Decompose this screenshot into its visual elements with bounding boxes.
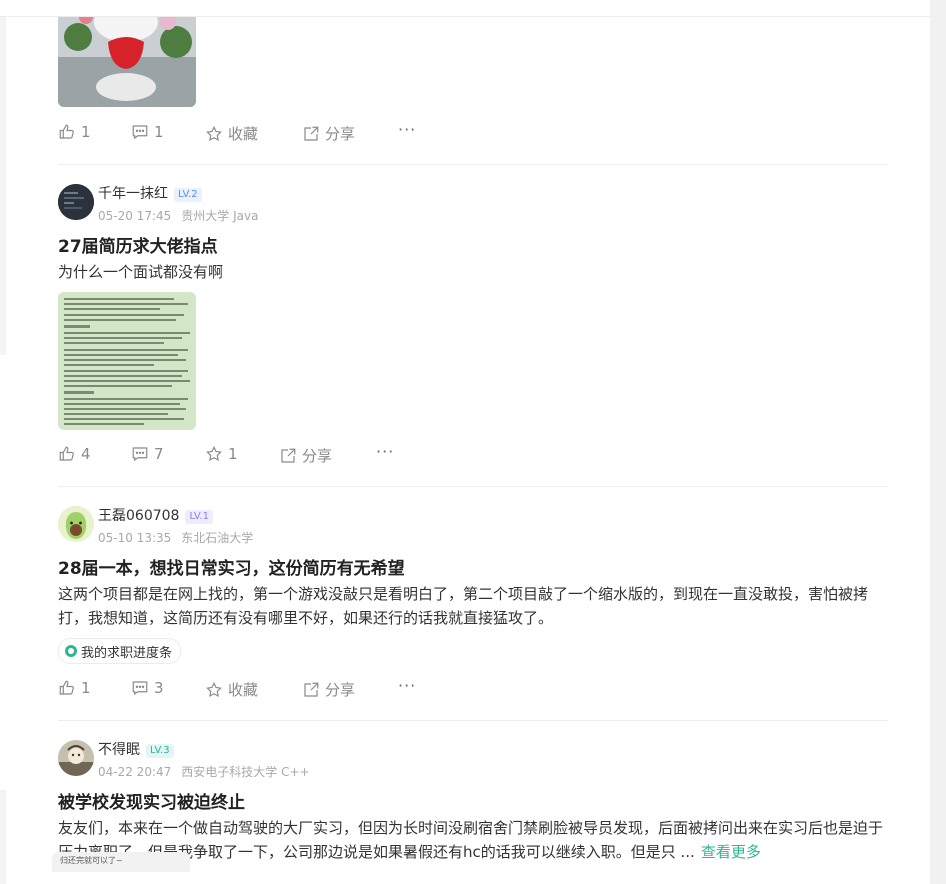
post-body[interactable]: 这两个项目都是在网上找的，第一个游戏没敲只是看明白了，第二个项目敲了一个缩水版的…: [58, 582, 888, 630]
more-icon[interactable]: ···: [376, 442, 394, 461]
more-icon[interactable]: ···: [398, 676, 416, 695]
author-school: 西安电子科技大学 C++: [181, 765, 310, 779]
favorite-button[interactable]: 收藏: [205, 123, 258, 144]
comment-icon: [132, 681, 148, 696]
more-icon[interactable]: ···: [398, 120, 416, 139]
level-badge: LV.2: [174, 188, 202, 202]
like-button[interactable]: 1: [58, 123, 91, 141]
post-time: 04-22 20:47: [98, 765, 172, 779]
author-name-text: 不得眠: [98, 742, 140, 758]
post-meta: 05-10 13:35 东北石油大学: [98, 529, 263, 546]
post-image[interactable]: [58, 17, 196, 107]
star-icon: [206, 445, 222, 462]
post-title[interactable]: 27届简历求大佬指点: [58, 232, 218, 257]
post-card: 千年一抹红 LV.2 05-20 17:45 贵州大学 Java 27届简历求大佬指…: [58, 184, 888, 464]
post-body[interactable]: 为什么一个面试都没有啊: [58, 260, 888, 284]
avatar[interactable]: [58, 184, 94, 220]
like-count: 4: [81, 445, 91, 463]
share-icon: [304, 682, 319, 697]
share-icon: [281, 448, 296, 463]
author-school: 东北石油大学: [181, 531, 254, 545]
like-count: 1: [81, 123, 91, 141]
resume-image[interactable]: [58, 292, 196, 430]
post-card: 王磊060708 LV.1 05-10 13:35 东北石油大学 28届一本，想找日…: [58, 506, 888, 726]
comment-count: 7: [154, 445, 164, 463]
post-meta: 05-20 17:45 贵州大学 Java: [98, 207, 268, 224]
comment-button[interactable]: 1: [131, 123, 164, 141]
share-label: 分享: [325, 681, 356, 699]
level-badge: LV.1: [185, 510, 214, 524]
post-feed: 1 1 收藏 分享 ··· 千年一抹红 LV.2 05-20 17:45 贵州大学 …: [6, 17, 930, 884]
progress-icon: [65, 645, 77, 657]
comment-button[interactable]: 3: [131, 679, 164, 697]
comment-count: 1: [154, 123, 164, 141]
post-time: 05-10 13:35: [98, 531, 172, 545]
share-icon: [304, 126, 319, 141]
thumb-up-icon: [59, 124, 74, 139]
author-school: 贵州大学 Java: [181, 209, 259, 223]
favorite-count: 1: [228, 445, 238, 463]
level-badge: LV.3: [146, 744, 174, 758]
like-button[interactable]: 1: [58, 679, 91, 697]
post-card: [58, 17, 888, 137]
favorite-button[interactable]: 1: [205, 445, 238, 463]
favorite-label: 收藏: [228, 681, 259, 699]
comment-count: 3: [154, 679, 164, 697]
post-image-caption[interactable]: 归还完就可以了~: [52, 852, 190, 872]
thumb-up-icon: [59, 680, 74, 695]
author-name-text: 王磊060708: [98, 508, 180, 524]
tag-label: 我的求职进度条: [81, 645, 173, 661]
comment-icon: [132, 447, 148, 462]
favorite-button[interactable]: 收藏: [205, 679, 258, 700]
author-name[interactable]: 千年一抹红 LV.2: [98, 183, 202, 203]
like-count: 1: [81, 679, 91, 697]
post-divider: [58, 486, 888, 487]
thumb-up-icon: [59, 446, 74, 461]
post-time: 05-20 17:45: [98, 209, 172, 223]
share-button[interactable]: 分享: [302, 679, 355, 700]
star-icon: [206, 681, 222, 697]
comment-icon: [132, 125, 148, 140]
post-title[interactable]: 28届一本，想找日常实习，这份简历有无希望: [58, 554, 405, 579]
post-meta: 04-22 20:47 西安电子科技大学 C++: [98, 763, 320, 780]
avatar[interactable]: [58, 506, 94, 542]
scrollbar-track[interactable]: [930, 0, 946, 884]
job-progress-tag[interactable]: 我的求职进度条: [58, 638, 182, 664]
comment-button[interactable]: 7: [131, 445, 164, 463]
post-divider: [58, 164, 888, 165]
share-button[interactable]: 分享: [279, 445, 332, 466]
author-name[interactable]: 不得眠 LV.3: [98, 739, 174, 759]
read-more-link[interactable]: 查看更多: [701, 843, 761, 861]
share-label: 分享: [302, 447, 333, 465]
avatar[interactable]: [58, 740, 94, 776]
author-name-text: 千年一抹红: [98, 186, 168, 202]
like-button[interactable]: 4: [58, 445, 91, 463]
top-bar: [0, 0, 930, 17]
post-title[interactable]: 被学校发现实习被迫终止: [58, 788, 245, 813]
share-label: 分享: [325, 125, 356, 143]
author-name[interactable]: 王磊060708 LV.1: [98, 505, 214, 525]
post-divider: [58, 720, 888, 721]
favorite-label: 收藏: [228, 125, 259, 143]
share-button[interactable]: 分享: [302, 123, 355, 144]
star-icon: [206, 125, 222, 141]
